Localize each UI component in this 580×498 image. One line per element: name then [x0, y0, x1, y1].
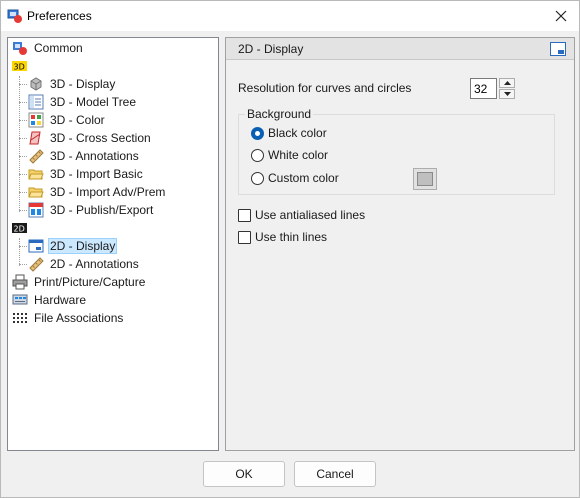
tree-item-3d-publish-export[interactable]: 3D - Publish/Export [28, 201, 155, 219]
chevron-up-icon [503, 81, 511, 85]
black-color-radio[interactable]: Black color [251, 125, 327, 141]
hardware-icon [12, 294, 28, 305]
radio-label: White color [268, 148, 329, 162]
tree-item-label: 3D - Display [50, 77, 116, 91]
background-legend: Background [245, 107, 314, 121]
radio-button-checked[interactable] [251, 126, 264, 140]
resolution-label: Resolution for curves and circles [238, 81, 412, 95]
close-button[interactable] [549, 4, 573, 28]
display-window-icon [28, 239, 44, 253]
preferences-dialog: Preferences Common 3D 3D - Display 3D - … [0, 0, 580, 498]
tree-item-3d-color[interactable]: 3D - Color [28, 111, 107, 129]
tree-item-label: 3D - Model Tree [50, 95, 137, 109]
spin-down-button[interactable] [499, 89, 515, 99]
tree-item-label: Common [34, 41, 83, 55]
color-palette-icon [28, 112, 44, 128]
preferences-tree: Common 3D 3D - Display 3D - Model Tree 3… [7, 37, 219, 451]
app-icon [7, 9, 22, 23]
tree-item-3d[interactable]: 3D [12, 57, 32, 75]
tree-item-2d[interactable]: 2D [12, 219, 32, 237]
3d-category-icon: 3D [12, 61, 27, 72]
tree-item-2d-display[interactable]: 2D - Display [28, 237, 118, 255]
checkbox[interactable] [238, 230, 251, 244]
tree-item-label: 2D - Display [48, 238, 118, 254]
display-window-icon [550, 42, 566, 56]
tree-item-3d-display[interactable]: 3D - Display [28, 75, 117, 93]
checkbox[interactable] [238, 208, 251, 222]
spin-up-button[interactable] [499, 78, 515, 88]
custom-color-button[interactable] [413, 168, 437, 190]
checkbox-label: Use thin lines [255, 230, 328, 244]
tree-item-print[interactable]: Print/Picture/Capture [12, 273, 147, 291]
2d-category-icon: 2D [12, 223, 27, 234]
svg-text:3D: 3D [14, 63, 25, 72]
tree-item-2d-annotations[interactable]: 2D - Annotations [28, 255, 141, 273]
publish-icon [28, 202, 44, 218]
settings-panel: 2D - Display Resolution for curves and c… [225, 37, 575, 451]
panel-header: 2D - Display [226, 38, 574, 60]
checkbox-label: Use antialiased lines [255, 208, 366, 222]
ruler-icon [29, 149, 44, 164]
radio-button[interactable] [251, 148, 264, 162]
tree-item-label: 3D - Publish/Export [50, 203, 154, 217]
tree-item-label: 2D - Annotations [50, 257, 139, 271]
ruler-icon [29, 257, 44, 272]
tree-item-common[interactable]: Common [12, 39, 85, 57]
tree-item-label: 3D - Annotations [50, 149, 139, 163]
model-tree-icon [28, 94, 44, 110]
tree-item-hardware[interactable]: Hardware [12, 291, 88, 309]
file-associations-icon [13, 313, 27, 323]
window-title: Preferences [27, 9, 92, 23]
antialiased-lines-checkbox[interactable]: Use antialiased lines [238, 207, 365, 223]
resolution-input[interactable] [470, 78, 497, 99]
color-swatch [417, 172, 433, 186]
tree-item-label: 3D - Import Adv/Prem [50, 185, 166, 199]
cancel-button[interactable]: Cancel [294, 461, 376, 487]
title-bar: Preferences [1, 1, 579, 31]
folder-open-icon [28, 169, 44, 180]
tree-item-label: File Associations [34, 311, 124, 325]
white-color-radio[interactable]: White color [251, 147, 328, 163]
cross-section-icon [29, 131, 41, 145]
tree-item-3d-cross-section[interactable]: 3D - Cross Section [28, 129, 153, 147]
radio-label: Black color [268, 126, 327, 140]
background-group: Background Black color White color Custo… [238, 107, 555, 195]
tree-item-3d-annotations[interactable]: 3D - Annotations [28, 147, 141, 165]
tree-item-3d-import-adv[interactable]: 3D - Import Adv/Prem [28, 183, 167, 201]
tree-item-label: 3D - Color [50, 113, 105, 127]
resolution-stepper[interactable] [499, 78, 515, 99]
ok-button[interactable]: OK [203, 461, 285, 487]
radio-button[interactable] [251, 171, 264, 185]
custom-color-radio[interactable]: Custom color [251, 170, 339, 186]
tree-item-label: 3D - Cross Section [50, 131, 151, 145]
common-settings-icon [13, 42, 27, 55]
tree-item-label: Print/Picture/Capture [34, 275, 146, 289]
svg-text:2D: 2D [14, 225, 25, 234]
printer-icon [12, 274, 28, 290]
tree-item-3d-model-tree[interactable]: 3D - Model Tree [28, 93, 138, 111]
cube-icon [30, 77, 42, 91]
close-icon [555, 10, 567, 22]
radio-label: Custom color [268, 171, 339, 185]
thin-lines-checkbox[interactable]: Use thin lines [238, 229, 327, 245]
chevron-down-icon [503, 92, 511, 96]
tree-item-3d-import-basic[interactable]: 3D - Import Basic [28, 165, 145, 183]
panel-title: 2D - Display [238, 42, 304, 56]
folder-open-icon [28, 187, 44, 198]
tree-item-label: 3D - Import Basic [50, 167, 143, 181]
tree-item-label: Hardware [34, 293, 87, 307]
tree-item-file-associations[interactable]: File Associations [12, 309, 125, 327]
